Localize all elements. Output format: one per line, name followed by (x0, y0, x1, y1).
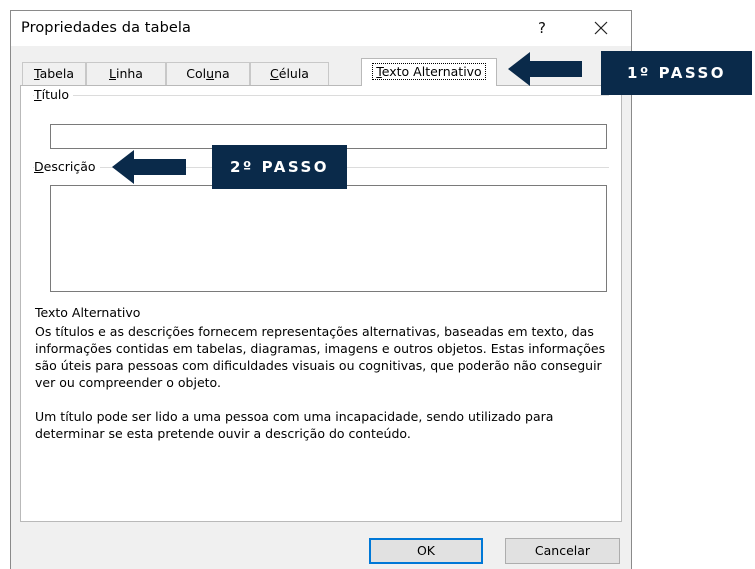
help-paragraph-1: Os títulos e as descrições fornecem repr… (35, 324, 606, 390)
help-paragraph-2: Um título pode ser lido a uma pessoa com… (35, 409, 554, 441)
descricao-label-accel: D (34, 159, 44, 174)
descricao-label-text: escrição (43, 159, 96, 174)
descricao-label: Descrição (34, 159, 100, 174)
titulo-label: Título (34, 87, 74, 102)
ok-button[interactable]: OK (369, 538, 483, 564)
step2-arrow-icon (112, 150, 186, 184)
tab-linha[interactable]: Linha (86, 62, 166, 85)
screenshot-canvas: Propriedades da tabela ? Tabela Linha Co… (0, 0, 755, 569)
tab-texto-alternativo-label: exto Alternativo (381, 64, 482, 79)
tab-celula[interactable]: Célula (250, 62, 329, 85)
titulo-label-text: ítulo (41, 87, 70, 102)
tab-coluna-accel: u (206, 66, 215, 81)
titulo-label-accel: T (34, 87, 42, 102)
help-heading: Texto Alternativo (35, 305, 141, 320)
tab-coluna-label: na (214, 66, 230, 81)
tab-coluna-pre: Col (186, 66, 207, 81)
cancel-button[interactable]: Cancelar (505, 538, 620, 564)
tab-linha-accel: L (109, 66, 116, 81)
dialog-title: Propriedades da tabela (21, 20, 192, 36)
step1-arrow-icon (508, 52, 582, 86)
titulo-group-line (33, 95, 609, 96)
tab-tabela-label: abela (39, 66, 74, 81)
title-bar: Propriedades da tabela ? (11, 11, 631, 46)
close-icon (594, 21, 608, 35)
descricao-textarea[interactable] (50, 185, 607, 292)
help-button[interactable]: ? (527, 17, 557, 39)
tab-celula-accel: C (270, 66, 279, 81)
tab-texto-alternativo[interactable]: Texto Alternativo (361, 58, 497, 86)
tab-celula-label: élula (278, 66, 309, 81)
tab-coluna[interactable]: Coluna (166, 62, 250, 85)
step2-callout: 2º PASSO (212, 145, 347, 189)
close-button[interactable] (583, 13, 619, 43)
tab-texto-alternativo-focus: Texto Alternativo (372, 63, 486, 80)
step1-callout: 1º PASSO (601, 51, 752, 95)
tab-tabela[interactable]: Tabela (22, 62, 86, 85)
tab-linha-label: inha (115, 66, 143, 81)
table-properties-dialog: Propriedades da tabela ? Tabela Linha Co… (10, 10, 632, 569)
